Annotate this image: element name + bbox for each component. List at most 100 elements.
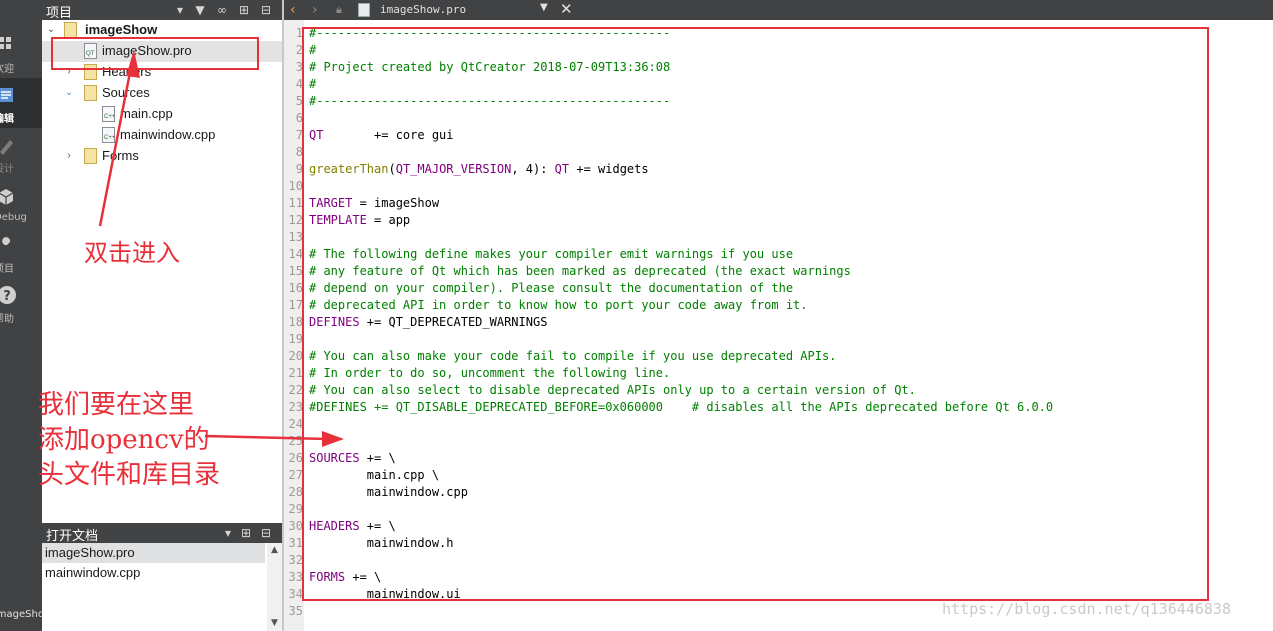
open-document-label: mainwindow.cpp [45, 565, 141, 580]
scroll-up-icon[interactable]: ▲ [269, 545, 280, 556]
mode-projects[interactable]: 项目 [0, 228, 42, 278]
line-number: 12 [288, 213, 303, 227]
line-number: 34 [288, 587, 303, 601]
mode-edit[interactable]: 编辑 [0, 78, 42, 128]
close-icon[interactable]: ✕ [560, 0, 573, 18]
line-number: 11 [288, 196, 303, 210]
annotation-line: 头文件和库目录 [38, 460, 221, 490]
scroll-down-icon[interactable]: ▼ [269, 618, 280, 629]
annotation-double-click: 双击进入 [84, 239, 180, 267]
tree-item-label: imageShow [85, 22, 158, 37]
line-number: 30 [288, 519, 303, 533]
editor-scrollbar[interactable] [1259, 20, 1273, 631]
forward-arrow-icon[interactable]: › [312, 1, 318, 19]
line-number: 28 [288, 485, 303, 499]
cpp-file-icon: C++ [102, 106, 115, 122]
line-number: 6 [295, 111, 303, 125]
bug-icon [0, 189, 14, 205]
chevron-down-icon[interactable]: ▾ [220, 525, 236, 541]
link-icon[interactable]: ∞ [214, 2, 230, 18]
mode-label: 帮助 [0, 314, 14, 325]
annotation-line: 我们要在这里 [38, 390, 195, 420]
line-number: 4 [295, 77, 303, 91]
line-number: 18 [288, 315, 303, 329]
tree-item-sources[interactable]: ⌄ Sources [42, 83, 282, 104]
line-number: 22 [288, 383, 303, 397]
line-number: 2 [295, 43, 303, 57]
tree-item-main-cpp[interactable]: C++ main.cpp [42, 104, 282, 125]
line-number: 32 [288, 553, 303, 567]
project-folder-icon [64, 22, 77, 38]
line-number: 10 [288, 179, 303, 193]
mode-welcome[interactable]: 欢迎 [0, 28, 42, 78]
project-panel: 项目 ▾ ▼ ∞ ⊞ ⊟ ⌄ imageShow QT imageShow.pr… [42, 0, 282, 631]
tree-item-label: Forms [102, 148, 139, 163]
document-icon [0, 88, 13, 102]
mode-label: Debug [0, 212, 27, 223]
annotation-highlight-box [302, 27, 1209, 601]
line-number: 24 [288, 417, 303, 431]
line-number: 25 [288, 434, 303, 448]
close-panel-icon[interactable]: ⊟ [258, 2, 274, 18]
mode-debug[interactable]: Debug [0, 180, 42, 230]
line-number: 17 [288, 298, 303, 312]
annotation-line: 添加opencv的 [38, 425, 210, 455]
mode-label: 欢迎 [0, 64, 14, 75]
line-number: 19 [288, 332, 303, 346]
current-file-name[interactable]: imageShow.pro [380, 3, 466, 16]
chevron-down-icon[interactable]: ⌄ [46, 23, 56, 37]
mode-bar: 欢迎 编辑 设计 Debug 项目 ? 帮助 imageShow [0, 0, 52, 631]
split-icon[interactable]: ⊞ [238, 525, 254, 541]
close-panel-icon[interactable]: ⊟ [258, 525, 274, 541]
line-number: 27 [288, 468, 303, 482]
line-number: 20 [288, 349, 303, 363]
line-number: 14 [288, 247, 303, 261]
line-number: 9 [295, 162, 303, 176]
mode-design[interactable]: 设计 [0, 128, 42, 178]
mode-help[interactable]: ? 帮助 [0, 278, 42, 328]
annotation-add-opencv: 我们要在这里 添加opencv的 头文件和库目录 [38, 388, 220, 493]
line-number: 31 [288, 536, 303, 550]
line-number-gutter: 1 2 3 4 5 6 7 8 9 10 11 12 13 14 15 16 17 18 19 20 21 22 23 24 2… [284, 20, 304, 631]
line-number: 33 [288, 570, 303, 584]
project-panel-title[interactable]: 项目 [46, 2, 72, 21]
chevron-down-icon[interactable]: ▾ [172, 2, 188, 18]
line-number: 3 [295, 60, 303, 74]
open-document-label: imageShow.pro [45, 545, 135, 560]
sources-folder-icon [84, 85, 97, 101]
project-panel-header: 项目 ▾ ▼ ∞ ⊞ ⊟ [42, 0, 282, 21]
open-documents-title[interactable]: 打开文档 [46, 525, 98, 544]
annotation-file-box [51, 37, 259, 70]
line-number: 8 [295, 145, 303, 159]
line-number: 1 [295, 26, 303, 40]
chevron-down-icon[interactable]: ⌄ [64, 86, 74, 100]
lock-icon[interactable]: 🔒︎ [336, 1, 342, 19]
tree-item-label: Sources [102, 85, 150, 100]
filter-icon[interactable]: ▼ [192, 2, 208, 18]
open-documents-header: 打开文档 ▾ ⊞ ⊟ [42, 523, 282, 544]
wrench-icon [0, 237, 11, 252]
mode-label: 设计 [0, 164, 14, 175]
open-document-item[interactable]: imageShow.pro [42, 543, 265, 563]
line-number: 13 [288, 230, 303, 244]
line-number: 7 [295, 128, 303, 142]
pencil-icon [0, 140, 13, 155]
split-icon[interactable]: ⊞ [236, 2, 252, 18]
help-icon: ? [0, 286, 16, 304]
mode-label: 项目 [0, 264, 14, 275]
chevron-right-icon[interactable]: › [64, 149, 74, 163]
tree-item-label: main.cpp [120, 106, 173, 121]
open-documents-scrollbar[interactable]: ▲ ▼ [267, 543, 282, 631]
line-number: 21 [288, 366, 303, 380]
tree-item-forms[interactable]: › Forms [42, 146, 282, 167]
open-document-item[interactable]: mainwindow.cpp [42, 563, 265, 583]
grid-icon [0, 37, 11, 49]
mode-label: 编辑 [0, 114, 14, 125]
line-number: 26 [288, 451, 303, 465]
line-number: 5 [295, 94, 303, 108]
line-number: 35 [288, 604, 303, 618]
back-arrow-icon[interactable]: ‹ [290, 1, 296, 19]
editor-toolbar: ‹ › 🔒︎ imageShow.pro ▼ ✕ [284, 0, 1273, 20]
chevron-down-icon[interactable]: ▼ [540, 2, 548, 13]
tree-item-mainwindow-cpp[interactable]: C++ mainwindow.cpp [42, 125, 282, 146]
